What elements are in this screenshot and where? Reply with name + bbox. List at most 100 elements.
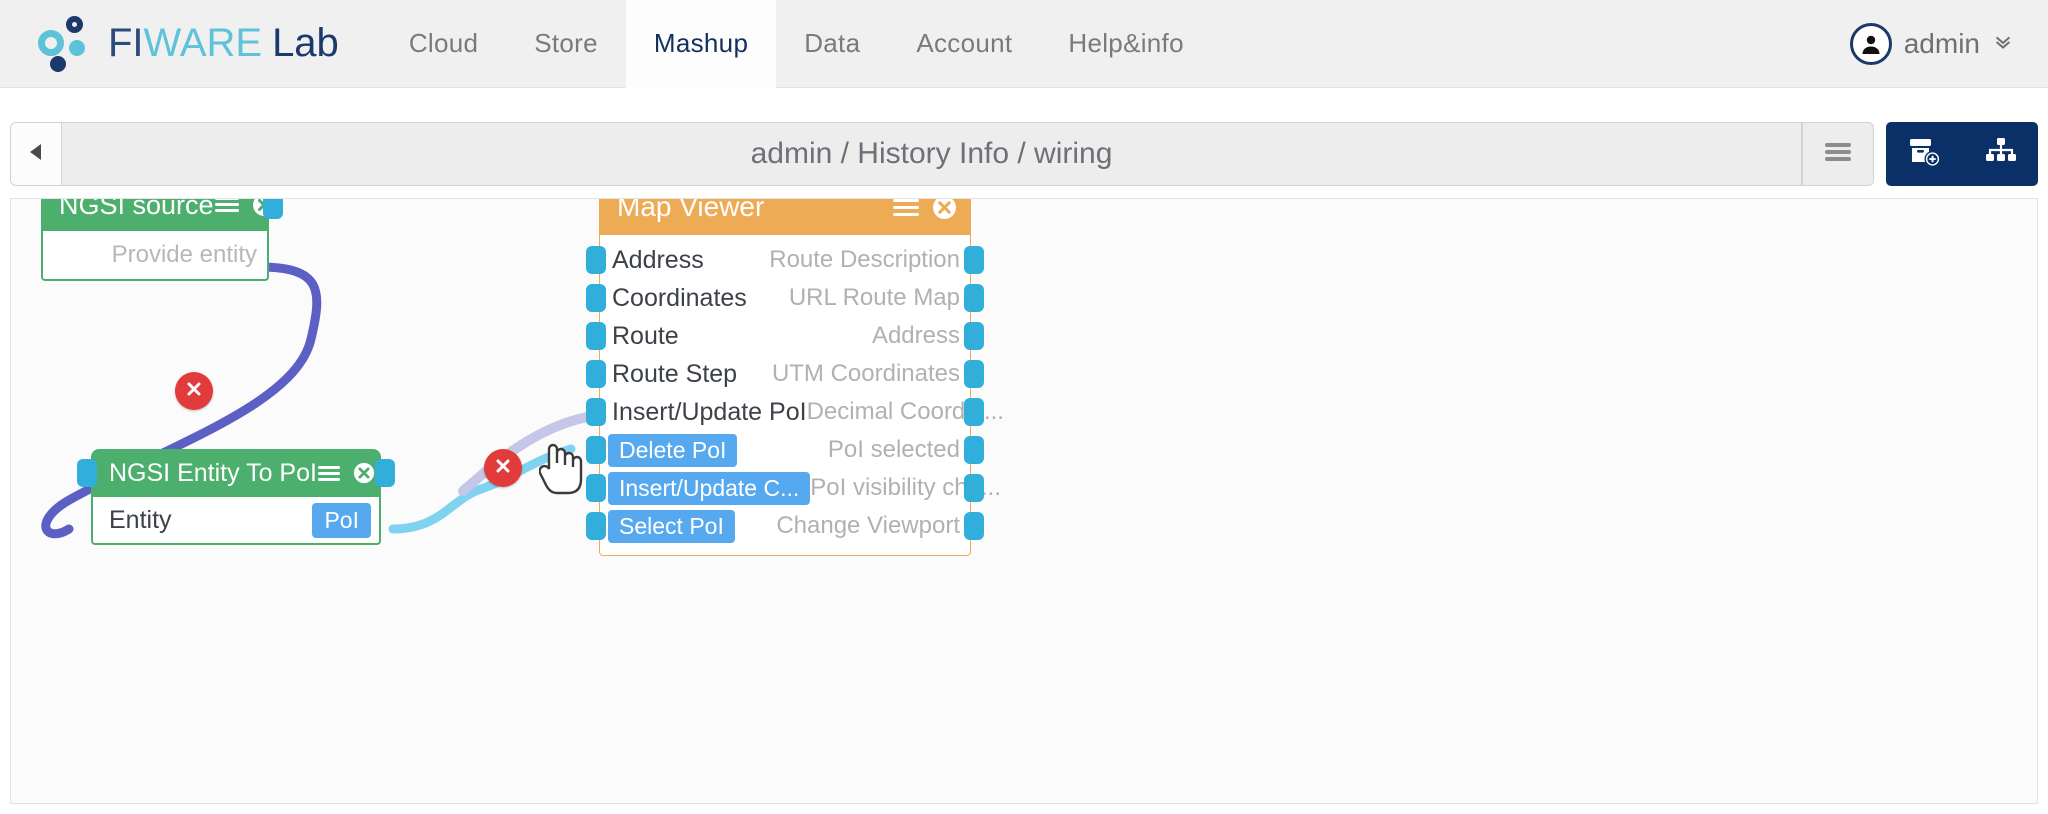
endpoint-row: Route Step UTM Coordinates (586, 355, 984, 393)
output-connector-poi-selected[interactable] (964, 436, 984, 464)
output-connector-provide-entity[interactable] (263, 199, 283, 219)
wire-delete-marker-1[interactable] (175, 372, 213, 410)
output-badge-poi[interactable]: PoI (312, 502, 371, 538)
nav-label: Store (534, 28, 598, 58)
behaviour-view-button[interactable] (1985, 137, 2017, 172)
node-title: Map Viewer (617, 198, 765, 222)
brand-text-fi: FI (108, 21, 144, 65)
workspace-menu-button[interactable] (1802, 122, 1874, 186)
output-label-address: Address (871, 322, 960, 349)
node-body: Address Route Description Coordinates UR… (586, 235, 1004, 556)
toolbar-actions (1886, 122, 2038, 186)
input-label-route: Route (612, 321, 679, 350)
close-circle-icon[interactable] (932, 199, 957, 220)
nav-item-data[interactable]: Data (776, 0, 888, 88)
output-connector-decimal-coordinates[interactable] (964, 398, 984, 426)
node-header[interactable]: NGSI Entity To PoI (91, 449, 381, 497)
hamburger-menu-icon (1822, 140, 1854, 169)
user-avatar-icon (1849, 23, 1892, 65)
user-name-label: admin (1903, 28, 1980, 59)
add-component-button[interactable] (1907, 135, 1943, 174)
endpoint-row: Coordinates URL Route Map (586, 279, 984, 317)
input-connector-insert-update-c[interactable] (586, 474, 606, 502)
back-triangle-icon (27, 142, 45, 167)
nav-label: Mashup (653, 28, 749, 58)
hamburger-menu-icon[interactable] (892, 199, 920, 218)
brand-wordmark: FI WARE Lab (108, 21, 339, 66)
back-button[interactable] (10, 122, 62, 186)
breadcrumb[interactable]: admin / History Info / wiring (62, 122, 1802, 186)
endpoint-row: Select PoI Change Viewport (586, 507, 984, 545)
wiring-canvas[interactable]: NGSI source Provide entity NGSI Entity T… (10, 198, 2038, 804)
node-header[interactable]: Map Viewer (599, 198, 971, 235)
close-circle-icon[interactable] (353, 462, 375, 484)
input-connector-address[interactable] (586, 246, 606, 274)
node-title: NGSI source (59, 198, 214, 220)
nav-label: Data (804, 28, 861, 58)
input-connector-route[interactable] (586, 322, 606, 350)
input-label-address: Address (612, 245, 704, 274)
nav-item-help[interactable]: Help&info (1040, 0, 1211, 88)
close-icon (185, 380, 203, 403)
behaviour-sitemap-icon (1985, 137, 2017, 172)
node-ngsi-entity-to-poi[interactable]: NGSI Entity To PoI Entity PoI (77, 449, 395, 545)
output-label-route-description: Route Description (769, 246, 960, 273)
input-connector-insert-update-poi[interactable] (586, 398, 606, 426)
user-menu[interactable]: admin (1849, 0, 2014, 88)
add-component-icon (1907, 135, 1943, 174)
endpoint-row: Delete PoI PoI selected (586, 431, 984, 469)
input-button-delete-poi[interactable]: Delete PoI (608, 433, 738, 467)
endpoint-row: Address Route Description (586, 241, 984, 279)
output-label-poi-selected: PoI selected (827, 436, 960, 463)
output-label-change-viewport: Change Viewport (776, 512, 960, 539)
output-connector-poi-visibility-changed[interactable] (964, 474, 984, 502)
nav-item-mashup[interactable]: Mashup (625, 0, 777, 88)
top-navbar: FI WARE Lab Cloud Store Mashup Data Acco… (0, 0, 2048, 88)
nav-label: Cloud (408, 28, 479, 58)
input-label-entity: Entity (109, 505, 172, 534)
main-nav: Cloud Store Mashup Data Account Help&inf… (381, 0, 1212, 88)
output-connector-change-viewport[interactable] (964, 512, 984, 540)
chevron-down-icon (1992, 31, 2014, 57)
wire-delete-marker-2[interactable] (484, 449, 522, 487)
input-button-select-poi[interactable]: Select PoI (608, 509, 735, 543)
input-connector-select-poi[interactable] (586, 512, 606, 540)
workspace-toolbar: admin / History Info / wiring (10, 122, 2038, 186)
input-connector-delete-poi[interactable] (586, 436, 606, 464)
nav-item-account[interactable]: Account (888, 0, 1040, 88)
output-connector-utm-coordinates[interactable] (964, 360, 984, 388)
node-title: NGSI Entity To PoI (109, 458, 317, 487)
endpoint-row: Insert/Update PoI Decimal Coordin... (586, 393, 1004, 431)
input-connector-route-step[interactable] (586, 360, 606, 388)
input-label-route-step: Route Step (612, 359, 738, 388)
output-connector-poi[interactable] (375, 459, 395, 487)
output-label-url-route-map: URL Route Map (788, 284, 960, 311)
node-body: Entity PoI (77, 459, 395, 545)
nav-label: Account (916, 28, 1013, 58)
nav-label: Help&info (1068, 28, 1184, 58)
hamburger-menu-icon[interactable] (214, 199, 240, 215)
node-map-viewer[interactable]: Map Viewer Address Route Description Coo… (586, 198, 1004, 556)
hamburger-menu-icon[interactable] (317, 464, 341, 483)
node-ngsi-source[interactable]: NGSI source Provide entity (41, 198, 283, 281)
output-connector-url-route-map[interactable] (964, 284, 984, 312)
output-label-provide-entity: Provide entity (111, 241, 257, 268)
endpoint-row: Insert/Update C... PoI visibility cha... (586, 469, 1001, 507)
input-label-insert-update-poi: Insert/Update PoI (612, 397, 807, 426)
input-button-insert-update-c[interactable]: Insert/Update C... (608, 471, 811, 505)
brand-text-lab: Lab (272, 21, 339, 65)
page-title: admin / History Info / wiring (750, 137, 1113, 170)
input-label-coordinates: Coordinates (612, 283, 747, 312)
input-connector-entity[interactable] (77, 459, 97, 487)
brand-logo-link[interactable]: FI WARE Lab (36, 0, 339, 88)
nav-item-store[interactable]: Store (506, 0, 626, 88)
output-label-utm-coordinates: UTM Coordinates (771, 360, 960, 387)
brand-text-ware: WARE (143, 21, 263, 65)
nav-item-cloud[interactable]: Cloud (381, 0, 506, 88)
node-header[interactable]: NGSI source (41, 198, 275, 231)
close-icon (494, 457, 512, 480)
fiware-dots-logo (36, 15, 98, 72)
output-connector-address[interactable] (964, 322, 984, 350)
output-connector-route-description[interactable] (964, 246, 984, 274)
input-connector-coordinates[interactable] (586, 284, 606, 312)
